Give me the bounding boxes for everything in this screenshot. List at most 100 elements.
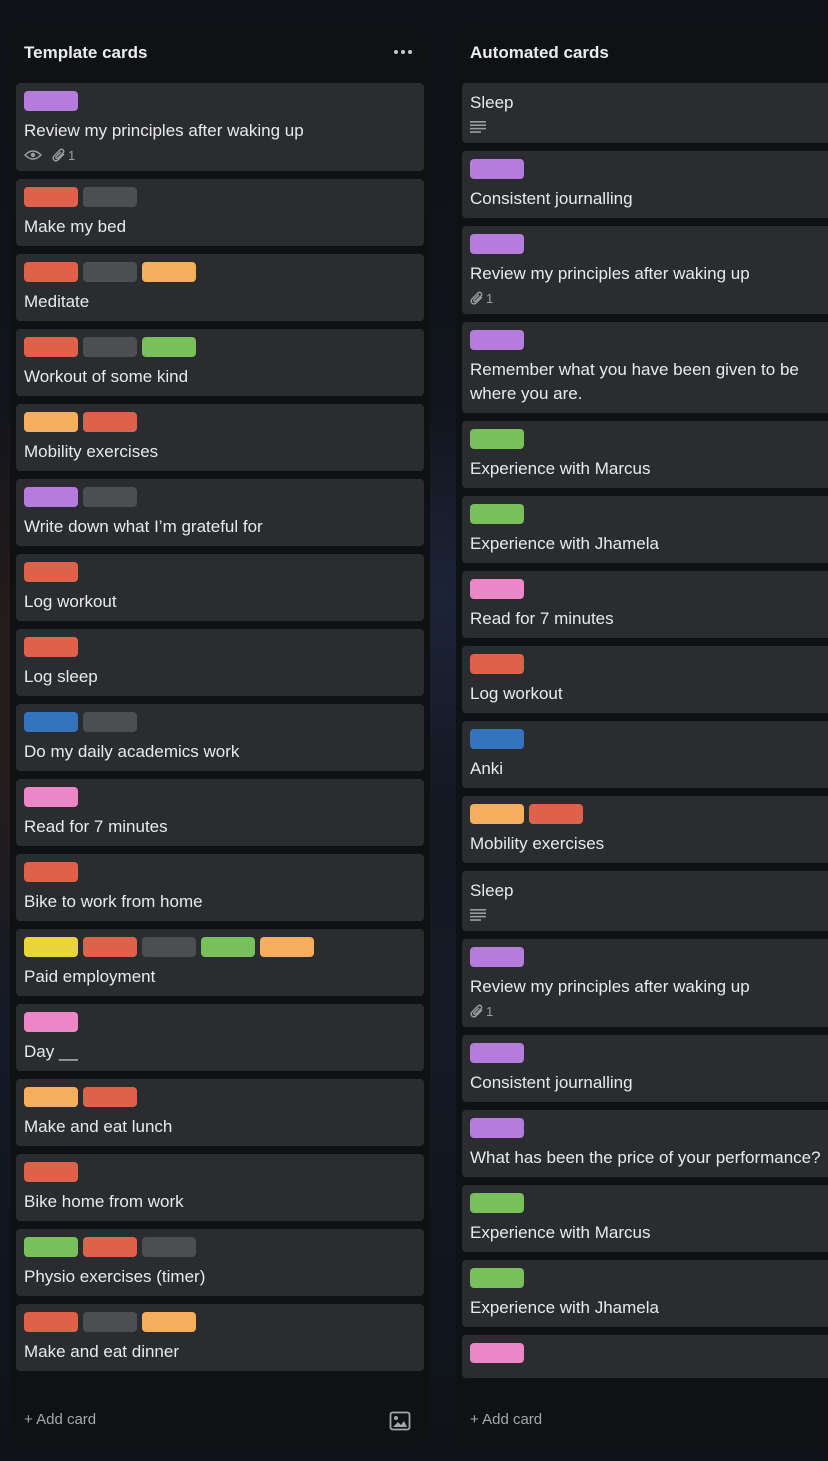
card[interactable]: Write down what I’m grateful for (16, 479, 424, 546)
card[interactable]: Anki (462, 721, 828, 788)
label-purple[interactable] (24, 487, 78, 507)
label-red[interactable] (83, 937, 137, 957)
label-green[interactable] (142, 337, 196, 357)
label-red[interactable] (83, 1087, 137, 1107)
label-red[interactable] (24, 262, 78, 282)
label-gray[interactable] (142, 1237, 196, 1257)
add-card-button[interactable]: + Add card (470, 1411, 542, 1428)
label-green[interactable] (201, 937, 255, 957)
card[interactable]: Log workout (462, 646, 828, 713)
label-gray[interactable] (83, 487, 137, 507)
list-header: Template cards (10, 26, 430, 82)
card[interactable]: Paid employment (16, 929, 424, 996)
label-blue[interactable] (24, 712, 78, 732)
label-red[interactable] (83, 1237, 137, 1257)
label-red[interactable] (24, 187, 78, 207)
label-purple[interactable] (470, 1043, 524, 1063)
label-purple[interactable] (470, 159, 524, 179)
card[interactable]: Sleep (462, 83, 828, 143)
card[interactable]: Bike home from work (16, 1154, 424, 1221)
label-red[interactable] (24, 862, 78, 882)
list-title[interactable]: Automated cards (470, 43, 609, 63)
label-red[interactable] (24, 562, 78, 582)
label-red[interactable] (24, 337, 78, 357)
card[interactable]: Log workout (16, 554, 424, 621)
label-orange[interactable] (142, 262, 196, 282)
card[interactable]: Review my principles after waking up 1 (16, 83, 424, 171)
label-orange[interactable] (24, 412, 78, 432)
label-orange[interactable] (142, 1312, 196, 1332)
card-labels (470, 804, 828, 824)
label-gray[interactable] (83, 262, 137, 282)
more-horizontal-icon[interactable] (388, 40, 418, 64)
card[interactable]: Workout of some kind (16, 329, 424, 396)
card[interactable]: Make my bed (16, 179, 424, 246)
card[interactable]: Experience with Jhamela (462, 496, 828, 563)
card[interactable]: Bike to work from home (16, 854, 424, 921)
card[interactable]: Physio exercises (timer) (16, 1229, 424, 1296)
label-pink[interactable] (470, 1343, 524, 1363)
card[interactable]: Review my principles after waking up 1 (462, 226, 828, 314)
label-green[interactable] (470, 1193, 524, 1213)
card[interactable]: Log sleep (16, 629, 424, 696)
card[interactable]: Experience with Jhamela (462, 1260, 828, 1327)
card[interactable]: Mobility exercises (462, 796, 828, 863)
card-title: Experience with Jhamela (470, 1298, 659, 1317)
label-red[interactable] (470, 654, 524, 674)
list-title[interactable]: Template cards (24, 43, 147, 63)
card-title: Log sleep (24, 667, 98, 686)
card[interactable]: Read for 7 minutes (16, 779, 424, 846)
label-gray[interactable] (142, 937, 196, 957)
label-red[interactable] (24, 1312, 78, 1332)
label-orange[interactable] (24, 1087, 78, 1107)
list-automated-cards: Automated cards Sleep Consistent journall… (456, 26, 828, 1447)
card[interactable]: Read for 7 minutes (462, 571, 828, 638)
card[interactable]: Remember what you have been given to be … (462, 322, 828, 413)
card[interactable]: Consistent journalling (462, 151, 828, 218)
label-red[interactable] (83, 412, 137, 432)
label-orange[interactable] (470, 804, 524, 824)
label-purple[interactable] (470, 1118, 524, 1138)
card[interactable]: Do my daily academics work (16, 704, 424, 771)
add-card-button[interactable]: + Add card (24, 1411, 96, 1428)
label-gray[interactable] (83, 712, 137, 732)
card[interactable]: Make and eat lunch (16, 1079, 424, 1146)
label-purple[interactable] (24, 91, 78, 111)
card[interactable]: What has been the price of your performa… (462, 1110, 828, 1177)
label-red[interactable] (24, 1162, 78, 1182)
label-green[interactable] (24, 1237, 78, 1257)
card-labels (24, 1237, 416, 1257)
label-blue[interactable] (470, 729, 524, 749)
label-pink[interactable] (24, 787, 78, 807)
label-green[interactable] (470, 429, 524, 449)
label-purple[interactable] (470, 234, 524, 254)
label-gray[interactable] (83, 337, 137, 357)
label-purple[interactable] (470, 330, 524, 350)
card[interactable]: Experience with Marcus (462, 1185, 828, 1252)
card-title: Log workout (24, 592, 117, 611)
label-yellow[interactable] (24, 937, 78, 957)
label-purple[interactable] (470, 947, 524, 967)
card[interactable]: Day __ (16, 1004, 424, 1071)
card[interactable]: Make and eat dinner (16, 1304, 424, 1371)
label-orange[interactable] (260, 937, 314, 957)
label-pink[interactable] (24, 1012, 78, 1032)
label-green[interactable] (470, 1268, 524, 1288)
label-green[interactable] (470, 504, 524, 524)
card-labels (24, 562, 416, 582)
card[interactable] (462, 1335, 828, 1378)
card-title: Experience with Jhamela (470, 534, 659, 553)
card[interactable]: Consistent journalling (462, 1035, 828, 1102)
card[interactable]: Sleep (462, 871, 828, 931)
card[interactable]: Review my principles after waking up 1 (462, 939, 828, 1027)
label-red[interactable] (529, 804, 583, 824)
label-gray[interactable] (83, 187, 137, 207)
label-red[interactable] (24, 637, 78, 657)
card-list: Sleep Consistent journalling Review my pri… (462, 83, 828, 1393)
card[interactable]: Experience with Marcus (462, 421, 828, 488)
card[interactable]: Mobility exercises (16, 404, 424, 471)
card[interactable]: Meditate (16, 254, 424, 321)
label-gray[interactable] (83, 1312, 137, 1332)
label-pink[interactable] (470, 579, 524, 599)
card-template-icon[interactable] (388, 1409, 412, 1433)
